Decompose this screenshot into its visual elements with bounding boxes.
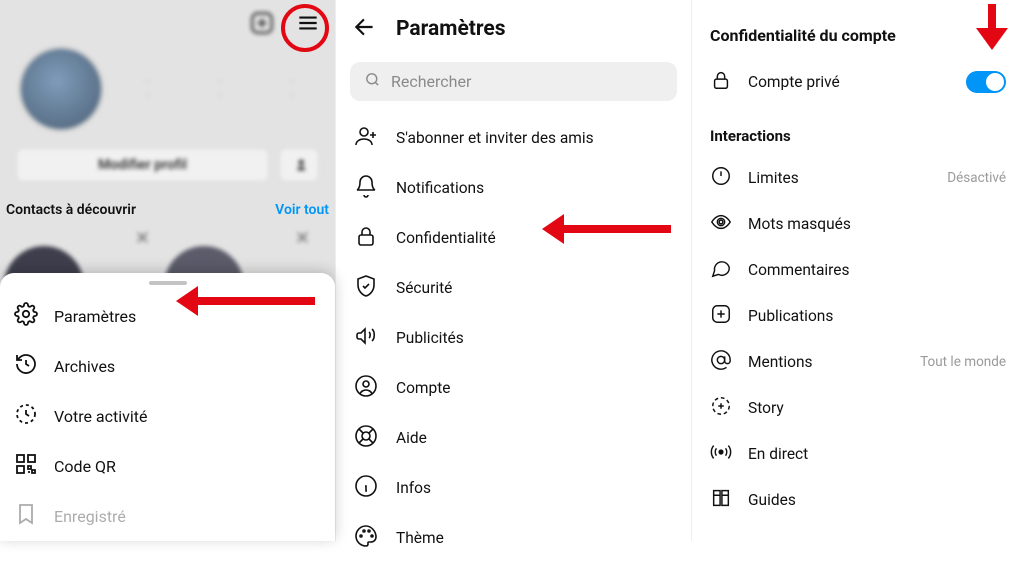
menu-item-label: Paramètres [54,307,136,326]
qr-icon [14,452,38,480]
settings-item-help[interactable]: Aide [336,413,691,463]
interactions-item-label: En direct [748,445,808,463]
menu-item-label: Votre activité [54,407,147,426]
hamburger-menu-icon[interactable] [295,10,321,40]
settings-item-label: S'abonner et inviter des amis [396,129,594,147]
settings-item-label: Aide [396,429,427,447]
search-icon [364,71,381,92]
interactions-item-story[interactable]: Story [692,385,1024,431]
interactions-item-posts[interactable]: Publications [692,293,1024,339]
clock-icon [14,352,38,380]
palette-icon [354,524,378,552]
back-icon[interactable] [352,14,378,44]
lifebuoy-icon [354,424,378,452]
interactions-item-limits[interactable]: Limites Désactivé [692,155,1024,201]
interactions-item-label: Publications [748,307,833,325]
menu-item-saved[interactable]: Enregistré [0,491,335,541]
live-icon [710,441,732,467]
edit-profile-button[interactable]: Modifier profil [16,148,269,182]
settings-item-label: Notifications [396,179,484,197]
new-post-icon[interactable] [249,10,275,40]
settings-item-notifications[interactable]: Notifications [336,163,691,213]
settings-item-label: Confidentialité [396,229,496,247]
interactions-item-label: Mentions [748,353,813,371]
info-icon [354,474,378,502]
interactions-item-value: Tout le monde [920,354,1006,370]
see-all-link[interactable]: Voir tout [275,202,329,218]
plus-square-icon [710,303,732,329]
discover-people-button[interactable] [279,148,319,182]
settings-item-ads[interactable]: Publicités [336,313,691,363]
bell-icon [354,174,378,202]
interactions-item-live[interactable]: En direct [692,431,1024,477]
interactions-item-label: Commentaires [748,261,850,279]
page-title: Paramètres [396,17,506,41]
guides-icon [710,487,732,513]
private-account-toggle[interactable] [966,71,1006,93]
interactions-item-mentions[interactable]: Mentions Tout le monde [692,339,1024,385]
menu-item-label: Archives [54,357,115,376]
interactions-item-comments[interactable]: Commentaires [692,247,1024,293]
profile-top-area: —————— Modifier profil Contacts à découv… [0,0,335,307]
close-icon[interactable]: ✕ [295,228,310,249]
privacy-item-label: Compte privé [748,73,840,91]
megaphone-icon [354,324,378,352]
lock-icon [354,224,378,252]
menu-item-activity[interactable]: Votre activité [0,391,335,441]
menu-item-archives[interactable]: Archives [0,341,335,391]
comment-icon [710,257,732,283]
settings-item-account[interactable]: Compte [336,363,691,413]
discover-title: Contacts à découvrir [6,202,136,218]
user-circle-icon [354,374,378,402]
lock-icon [710,69,732,95]
settings-item-privacy[interactable]: Confidentialité [336,213,691,263]
section-title-interactions: Interactions [692,105,1024,155]
at-icon [710,349,732,375]
menu-item-label: Code QR [54,457,116,476]
search-placeholder: Rechercher [391,72,471,91]
settings-item-label: Infos [396,479,431,497]
settings-item-about[interactable]: Infos [336,463,691,513]
interactions-item-label: Limites [748,169,799,187]
limits-icon [710,165,732,191]
shield-icon [354,274,378,302]
activity-icon [14,402,38,430]
profile-stats: —————— [122,75,317,103]
avatar[interactable] [18,46,104,132]
settings-item-follow-invite[interactable]: S'abonner et inviter des amis [336,113,691,163]
gear-icon [14,302,38,330]
search-input[interactable]: Rechercher [350,62,677,101]
section-title-privacy: Confidentialité du compte [692,18,1024,59]
close-icon[interactable]: ✕ [135,228,150,249]
story-icon [710,395,732,421]
interactions-item-hidden-words[interactable]: Mots masqués [692,201,1024,247]
interactions-item-label: Story [748,399,784,417]
settings-panel: Paramètres Rechercher S'abonner et invit… [336,0,692,541]
settings-item-theme[interactable]: Thème [336,513,691,563]
settings-item-label: Thème [396,529,444,547]
privacy-panel: Confidentialité du compte Compte privé I… [692,0,1024,541]
interactions-item-label: Guides [748,491,796,509]
profile-panel: —————— Modifier profil Contacts à découv… [0,0,336,541]
privacy-item-private-account[interactable]: Compte privé [692,59,1024,105]
interactions-item-label: Mots masqués [748,215,851,233]
menu-item-label: Enregistré [54,507,126,526]
bookmark-icon [14,502,38,530]
menu-item-qr[interactable]: Code QR [0,441,335,491]
interactions-item-value: Désactivé [947,170,1006,186]
eye-icon [710,211,732,237]
settings-item-label: Sécurité [396,279,452,297]
drag-handle[interactable] [149,281,187,285]
interactions-item-guides[interactable]: Guides [692,477,1024,523]
settings-item-label: Compte [396,379,451,397]
settings-item-security[interactable]: Sécurité [336,263,691,313]
bottom-sheet-menu: Paramètres Archives Votre activité Code … [0,273,335,541]
settings-item-label: Publicités [396,329,464,347]
person-plus-icon [354,124,378,152]
